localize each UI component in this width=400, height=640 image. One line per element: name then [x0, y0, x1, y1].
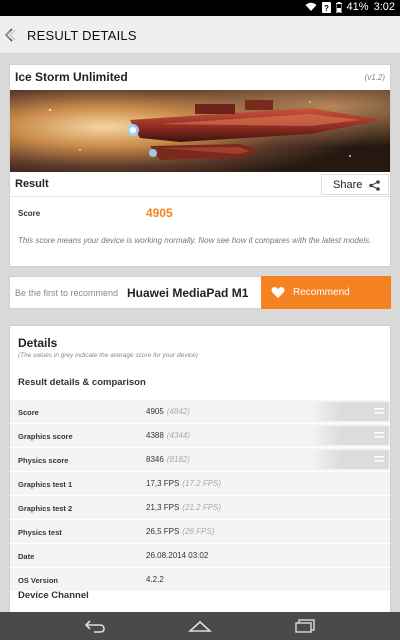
app-bar: RESULT DETAILS — [0, 16, 400, 54]
score-row: Score 4905 — [10, 203, 390, 223]
row-value: 26,5 FPS (26 FPS) — [146, 527, 215, 536]
details-note: (The values in grey indicate the average… — [18, 352, 198, 359]
row-label: Score — [18, 408, 39, 417]
back-arrow-icon[interactable] — [3, 28, 21, 42]
device-name: Huawei MediaPad M1 — [127, 286, 249, 300]
row-value: 4905 (4842) — [146, 407, 190, 416]
page-title: RESULT DETAILS — [27, 28, 137, 43]
row-value: 8346 (8182) — [146, 455, 190, 464]
recommend-card: Be the first to recommend Huawei MediaPa… — [9, 276, 391, 309]
score-description: This score means your device is working … — [18, 236, 372, 245]
row-average: (4344) — [166, 431, 190, 440]
status-bar: ? 41% 3:02 — [0, 0, 400, 16]
result-row: Result Share — [10, 172, 390, 197]
clock: 3:02 — [373, 1, 395, 13]
table-row[interactable]: Score 4905 (4842) — [10, 400, 390, 423]
nav-recents-icon[interactable] — [294, 619, 316, 633]
row-value: 26.08.2014 03:02 — [146, 551, 209, 560]
svg-text:?: ? — [324, 4, 329, 13]
row-value: 4388 (4344) — [146, 431, 190, 440]
battery-percent: 41% — [346, 1, 369, 13]
score-label: Score — [18, 209, 41, 218]
row-value: 21,3 FPS (21.2 FPS) — [146, 503, 222, 512]
row-average: (8182) — [166, 455, 190, 464]
nav-home-icon[interactable] — [188, 619, 212, 633]
benchmark-hero-image — [10, 90, 390, 172]
share-icon — [369, 180, 380, 191]
recommend-button[interactable]: Recommend — [261, 276, 391, 309]
row-label: Physics score — [18, 456, 69, 465]
benchmark-name: Ice Storm Unlimited — [15, 70, 128, 84]
score-value: 4905 — [146, 206, 173, 220]
table-row: Date 26.08.2014 03:02 — [10, 544, 390, 567]
device-channel-heading: Device Channel — [18, 590, 89, 601]
details-table: Score 4905 (4842) Graphics score 4388 (434… — [10, 400, 390, 592]
table-row[interactable]: Physics score 8346 (8182) — [10, 448, 390, 471]
recommend-button-label: Recommend — [293, 287, 350, 298]
wifi-icon — [305, 2, 317, 11]
navigation-bar — [0, 612, 400, 640]
row-value: 17,3 FPS (17.2 FPS) — [146, 479, 222, 488]
battery-icon — [335, 1, 342, 13]
row-label: Physics test — [18, 528, 62, 537]
menu-icon[interactable] — [374, 455, 384, 463]
heart-icon — [271, 287, 285, 298]
details-heading: Details — [18, 336, 58, 350]
table-row: Graphics test 1 17,3 FPS (17.2 FPS) — [10, 472, 390, 495]
row-average: (26 FPS) — [182, 527, 215, 536]
table-row: Physics test 26,5 FPS (26 FPS) — [10, 520, 390, 543]
row-label: OS Version — [18, 576, 59, 585]
row-label: Graphics score — [18, 432, 73, 441]
menu-icon[interactable] — [374, 407, 384, 415]
details-subheading: Result details & comparison — [18, 377, 146, 388]
menu-icon[interactable] — [374, 431, 384, 439]
row-value: 4.2.2 — [146, 575, 164, 584]
row-label: Date — [18, 552, 35, 561]
row-label: Graphics test 2 — [18, 504, 73, 513]
row-average: (17.2 FPS) — [182, 479, 222, 488]
result-label: Result — [15, 178, 49, 190]
table-row: Graphics test 2 21,3 FPS (21.2 FPS) — [10, 496, 390, 519]
signal-icon: ? — [321, 1, 331, 13]
share-button[interactable]: Share — [321, 174, 389, 195]
benchmark-version: (v1.2) — [364, 73, 385, 82]
recommend-lead-text: Be the first to recommend — [15, 288, 119, 298]
result-card: Ice Storm Unlimited (v1.2) Result Share … — [9, 64, 391, 267]
table-row[interactable]: Graphics score 4388 (4344) — [10, 424, 390, 447]
details-card: Details (The values in grey indicate the… — [9, 325, 391, 615]
nav-back-icon[interactable] — [84, 619, 106, 633]
row-label: Graphics test 1 — [18, 480, 73, 489]
row-average: (4842) — [166, 407, 190, 416]
row-average: (21.2 FPS) — [182, 503, 222, 512]
share-label: Share — [333, 179, 363, 191]
table-row: OS Version 4.2.2 — [10, 568, 390, 591]
